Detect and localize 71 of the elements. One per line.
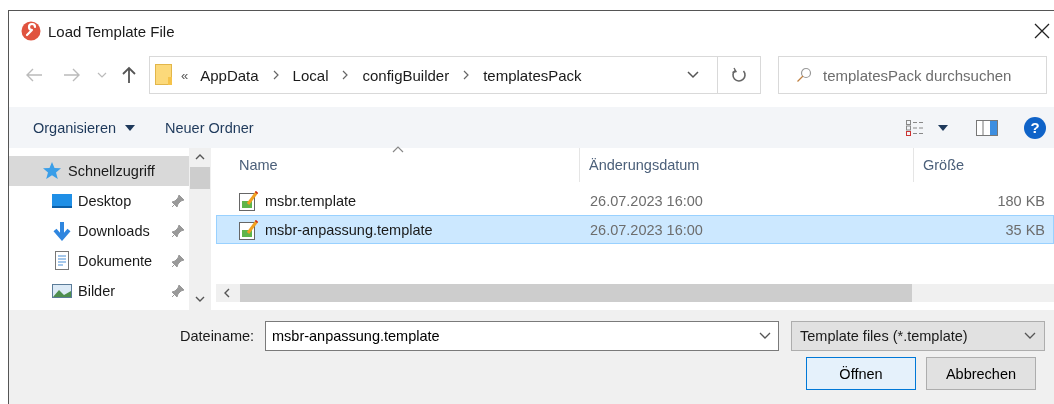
column-header[interactable]: Größe (914, 148, 1054, 182)
sidebar-item[interactable]: Desktop (9, 186, 189, 216)
file-size: 180 KB (996, 192, 1046, 209)
overflow-chevron[interactable]: « (181, 67, 189, 83)
sort-caret-icon (391, 146, 404, 153)
chevron-right-icon (342, 70, 349, 80)
file-date: 26.07.2023 16:00 (589, 192, 704, 209)
back-arrow-icon[interactable] (25, 68, 43, 82)
file-name: msbr.template (265, 192, 357, 209)
chevron-down-icon[interactable] (759, 332, 771, 340)
address-bar[interactable]: « AppData Local configBuilder templatesPack (149, 56, 717, 94)
scrollbar-thumb[interactable] (190, 167, 210, 189)
star-icon (42, 161, 62, 181)
pin-icon (171, 284, 185, 298)
breadcrumb[interactable]: AppData (200, 66, 259, 84)
refresh-icon (731, 67, 747, 83)
chevron-down-icon[interactable] (687, 71, 699, 79)
pin-icon (171, 194, 185, 208)
file-row[interactable]: msbr.template 26.07.2023 16:00 180 KB (216, 186, 1054, 215)
notepad-pencil-icon (239, 219, 259, 240)
caret-down-icon (125, 124, 135, 131)
chevron-up-icon (195, 154, 205, 160)
file-date: 26.07.2023 16:00 (589, 221, 704, 238)
vertical-scrollbar[interactable] (189, 148, 211, 310)
breadcrumb[interactable]: templatesPack (483, 66, 582, 84)
breadcrumb[interactable]: Local (292, 66, 329, 84)
pin-icon (171, 224, 185, 238)
chevron-left-icon (224, 288, 230, 298)
monitor-icon (52, 191, 72, 211)
scrollbar-thumb[interactable] (240, 284, 912, 302)
forward-arrow-icon[interactable] (63, 68, 81, 82)
picture-icon (52, 281, 72, 301)
search-field[interactable]: templatesPack durchsuchen (778, 56, 1047, 94)
chevron-down-icon (1024, 332, 1036, 340)
pin-icon (171, 254, 185, 268)
list-view-icon (906, 119, 926, 136)
file-row[interactable]: msbr-anpassung.template 26.07.2023 16:00 35 KB (216, 215, 1054, 244)
filename-field[interactable]: msbr-anpassung.template (265, 321, 779, 351)
notepad-pencil-icon (239, 190, 259, 211)
document-icon (52, 251, 72, 271)
preview-pane-icon[interactable] (976, 119, 998, 136)
caret-down-icon (938, 124, 948, 131)
help-button[interactable]: ? (1024, 116, 1046, 139)
chevron-down-icon (195, 296, 205, 302)
sidebar-item[interactable]: Bilder (9, 276, 189, 306)
file-size: 35 KB (1004, 221, 1046, 238)
field-label: Dateiname: (180, 328, 256, 344)
close-icon[interactable] (1034, 23, 1050, 39)
up-arrow-icon[interactable] (121, 66, 137, 84)
chevron-right-icon (463, 70, 470, 80)
sidebar-item[interactable]: Schnellzugriff (9, 156, 189, 186)
sidebar-item[interactable]: Dokumente (9, 246, 189, 276)
folder-icon (155, 64, 173, 86)
refresh-button[interactable] (717, 56, 761, 94)
down-arrow-icon (52, 221, 72, 241)
wrench-icon (21, 21, 41, 41)
column-header[interactable]: Änderungsdatum (580, 148, 914, 182)
chevron-right-icon (272, 70, 279, 80)
window-title: Load Template File (48, 22, 175, 40)
column-header[interactable]: Name (216, 148, 580, 182)
organize-menu-button[interactable]: Organisieren (25, 115, 143, 140)
open-button[interactable]: Öffnen (806, 357, 916, 390)
file-name: msbr-anpassung.template (265, 221, 433, 238)
cancel-button[interactable]: Abbrechen (926, 357, 1036, 390)
sidebar-item[interactable]: Downloads (9, 216, 189, 246)
breadcrumb[interactable]: configBuilder (362, 66, 450, 84)
new-folder-button[interactable]: Neuer Ordner (157, 115, 262, 140)
view-options-button[interactable] (904, 117, 950, 138)
file-type-dropdown[interactable]: Template files (*.template) (791, 321, 1045, 351)
horizontal-scrollbar[interactable] (216, 284, 1054, 302)
search-icon (796, 67, 812, 83)
